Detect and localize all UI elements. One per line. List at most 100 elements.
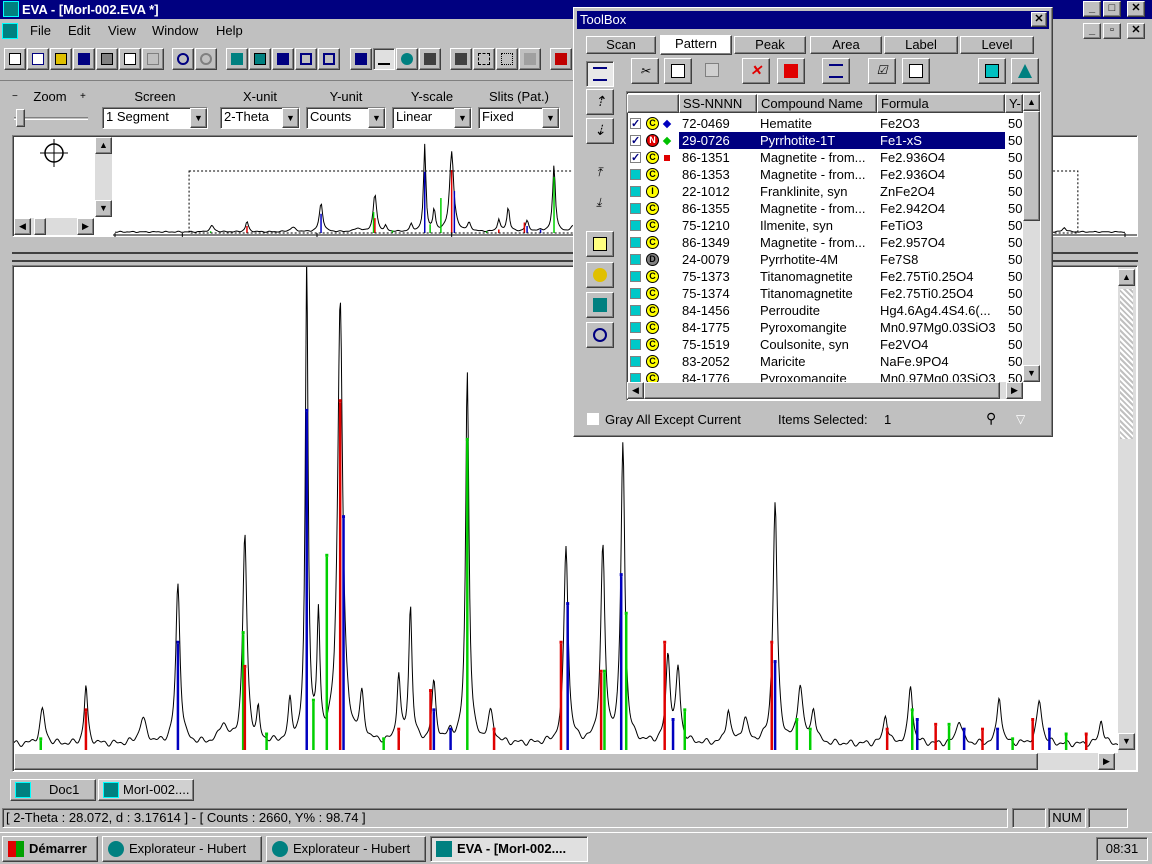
menu-view[interactable]: View (108, 23, 136, 38)
peak-search-icon[interactable] (450, 48, 472, 70)
close-icon[interactable]: ✕ (1127, 1, 1145, 17)
table-row[interactable]: C 86-1349 Magnetite - from... Fe2.957O4 50 (627, 234, 1023, 251)
move-top-icon[interactable]: ⤒ (586, 160, 614, 186)
column-header-ss-nnnn[interactable]: SS-NNNN (679, 94, 757, 113)
taskbar-item-explorer-2[interactable]: Explorateur - Hubert (266, 836, 426, 862)
maximize-icon[interactable]: □ (1103, 1, 1121, 17)
help-pointer-icon[interactable] (350, 48, 372, 70)
print-icon[interactable] (96, 48, 118, 70)
scroll-down-icon[interactable]: ▼ (95, 200, 112, 217)
scroll-thumb[interactable] (34, 218, 46, 235)
pattern-icon[interactable] (550, 48, 572, 70)
save-icon[interactable] (73, 48, 95, 70)
menu-edit[interactable]: Edit (68, 23, 90, 38)
chevron-down-icon[interactable]: ▼ (542, 108, 559, 128)
chevron-down-icon[interactable]: ▼ (368, 108, 385, 128)
main-hscroll[interactable]: ▶ (14, 753, 1136, 770)
row-checkbox[interactable] (630, 150, 641, 167)
table-row[interactable]: C 86-1353 Magnetite - from... Fe2.936O4 50 (627, 166, 1023, 183)
table-row[interactable]: C 86-1355 Magnetite - from... Fe2.942O4 50 (627, 200, 1023, 217)
peak-edit-icon[interactable] (473, 48, 495, 70)
row-checkbox[interactable] (630, 116, 641, 133)
overview-vscroll[interactable]: ▲ ▼ (95, 137, 112, 217)
scroll-down-icon[interactable]: ▼ (1023, 365, 1040, 382)
tab-area[interactable]: Area (810, 36, 882, 54)
document-icon[interactable] (2, 23, 18, 39)
tab-morl-002[interactable]: MorI-002.... (98, 779, 194, 801)
table-row[interactable]: N 29-0726 Pyrrhotite-1TFe1-xS 50 (627, 132, 1023, 150)
sort-icon[interactable] (822, 58, 850, 84)
cube-icon[interactable] (519, 48, 541, 70)
tab-label[interactable]: Label (884, 36, 958, 54)
scroll-track[interactable] (1120, 289, 1133, 439)
paste-icon[interactable] (699, 58, 727, 84)
row-checkbox[interactable] (630, 322, 641, 333)
table-row[interactable]: I 22-1012 Franklinite, syn ZnFe2O4 50 (627, 183, 1023, 200)
scroll-left-icon[interactable]: ◀ (14, 218, 31, 235)
triangle-icon[interactable] (1011, 58, 1039, 84)
table-row[interactable]: C 84-1456 Perroudite Hg4.6Ag4.4S4.6(... 50 (627, 302, 1023, 319)
magnifier-icon[interactable] (586, 322, 614, 348)
layout-1-icon[interactable] (226, 48, 248, 70)
taskbar-item-explorer-1[interactable]: Explorateur - Hubert (102, 836, 262, 862)
tab-scan[interactable]: Scan (586, 36, 656, 54)
uncheck-all-icon[interactable] (902, 58, 930, 84)
minimize-icon[interactable]: _ (1083, 1, 1101, 17)
palette-icon[interactable] (586, 262, 614, 288)
pattern-info-icon[interactable] (586, 231, 614, 257)
scroll-thumb[interactable] (14, 753, 1038, 770)
row-checkbox[interactable] (630, 133, 641, 150)
table-row[interactable]: D 24-0079 Pyrrhotite-4M Fe7S8 50 (627, 251, 1023, 268)
column-header-blank[interactable] (627, 94, 679, 113)
chevron-down-icon[interactable]: ▼ (282, 108, 299, 128)
yunit-select[interactable]: Counts ▼ (306, 107, 386, 129)
undo-icon[interactable] (172, 48, 194, 70)
toolbox-titlebar[interactable]: ToolBox ✕ (577, 11, 1049, 29)
tab-doc1[interactable]: Doc1 (10, 779, 96, 801)
scroll-thumb[interactable] (644, 382, 1000, 399)
scroll-right-icon[interactable]: ▶ (1098, 753, 1115, 770)
doc-close-icon[interactable]: ✕ (1127, 23, 1145, 39)
crosshair-panel[interactable] (14, 137, 94, 217)
table-row[interactable]: C 75-1373 Titanomagnetite Fe2.75Ti0.25O4 50 (627, 268, 1023, 285)
scroll-left-icon[interactable]: ◀ (627, 382, 644, 399)
tab-peak[interactable]: Peak (734, 36, 806, 54)
menu-help[interactable]: Help (216, 23, 243, 38)
table-row[interactable]: C 83-2052 Maricite NaFe.9PO4 50 (627, 353, 1023, 370)
tab-pattern[interactable]: Pattern (660, 35, 732, 55)
split-horizontal-icon[interactable] (295, 48, 317, 70)
table-row[interactable]: C 72-0469 Hematite Fe2O3 50 (627, 115, 1023, 133)
print-preview-icon[interactable] (119, 48, 141, 70)
split-vertical-icon[interactable] (318, 48, 340, 70)
column-header-compound-name[interactable]: Compound Name (757, 94, 877, 113)
yscale-select[interactable]: Linear ▼ (392, 107, 472, 129)
scroll-thumb[interactable] (1023, 111, 1040, 221)
collapse-chevron-icon[interactable]: ▽ (1016, 412, 1025, 426)
chevron-down-icon[interactable]: ▼ (190, 108, 207, 128)
pattern-list-hscroll[interactable]: ◀ ▶ (627, 382, 1023, 399)
pattern-db-icon[interactable] (586, 292, 614, 318)
toolbox-close-icon[interactable]: ✕ (1031, 12, 1047, 27)
grid-icon[interactable] (496, 48, 518, 70)
row-checkbox[interactable] (630, 203, 641, 214)
open-folder-icon[interactable] (50, 48, 72, 70)
redo-icon[interactable] (195, 48, 217, 70)
scroll-up-icon[interactable]: ▲ (1118, 269, 1135, 286)
eva-app-icon[interactable] (3, 1, 19, 17)
chevron-down-icon[interactable]: ▼ (454, 108, 471, 128)
row-checkbox[interactable] (630, 305, 641, 316)
chart-tool-icon[interactable] (373, 48, 395, 70)
cut-icon[interactable]: ✂ (631, 58, 659, 84)
scroll-up-icon[interactable]: ▲ (1023, 94, 1040, 111)
doc-minimize-icon[interactable]: _ (1083, 23, 1101, 39)
table-row[interactable]: C 75-1210 Ilmenite, syn FeTiO3 50 (627, 217, 1023, 234)
move-down-icon[interactable]: ⇣ (586, 118, 614, 144)
pin-icon[interactable]: ⚲ (986, 410, 996, 427)
row-checkbox[interactable] (630, 356, 641, 367)
slits-select[interactable]: Fixed ▼ (478, 107, 560, 129)
main-vscroll[interactable]: ▲ ▼ (1118, 267, 1136, 753)
edit-icon[interactable] (142, 48, 164, 70)
screen-select[interactable]: 1 Segment ▼ (102, 107, 208, 129)
start-button[interactable]: Démarrer (2, 836, 98, 862)
zoom-slider[interactable] (16, 109, 25, 127)
